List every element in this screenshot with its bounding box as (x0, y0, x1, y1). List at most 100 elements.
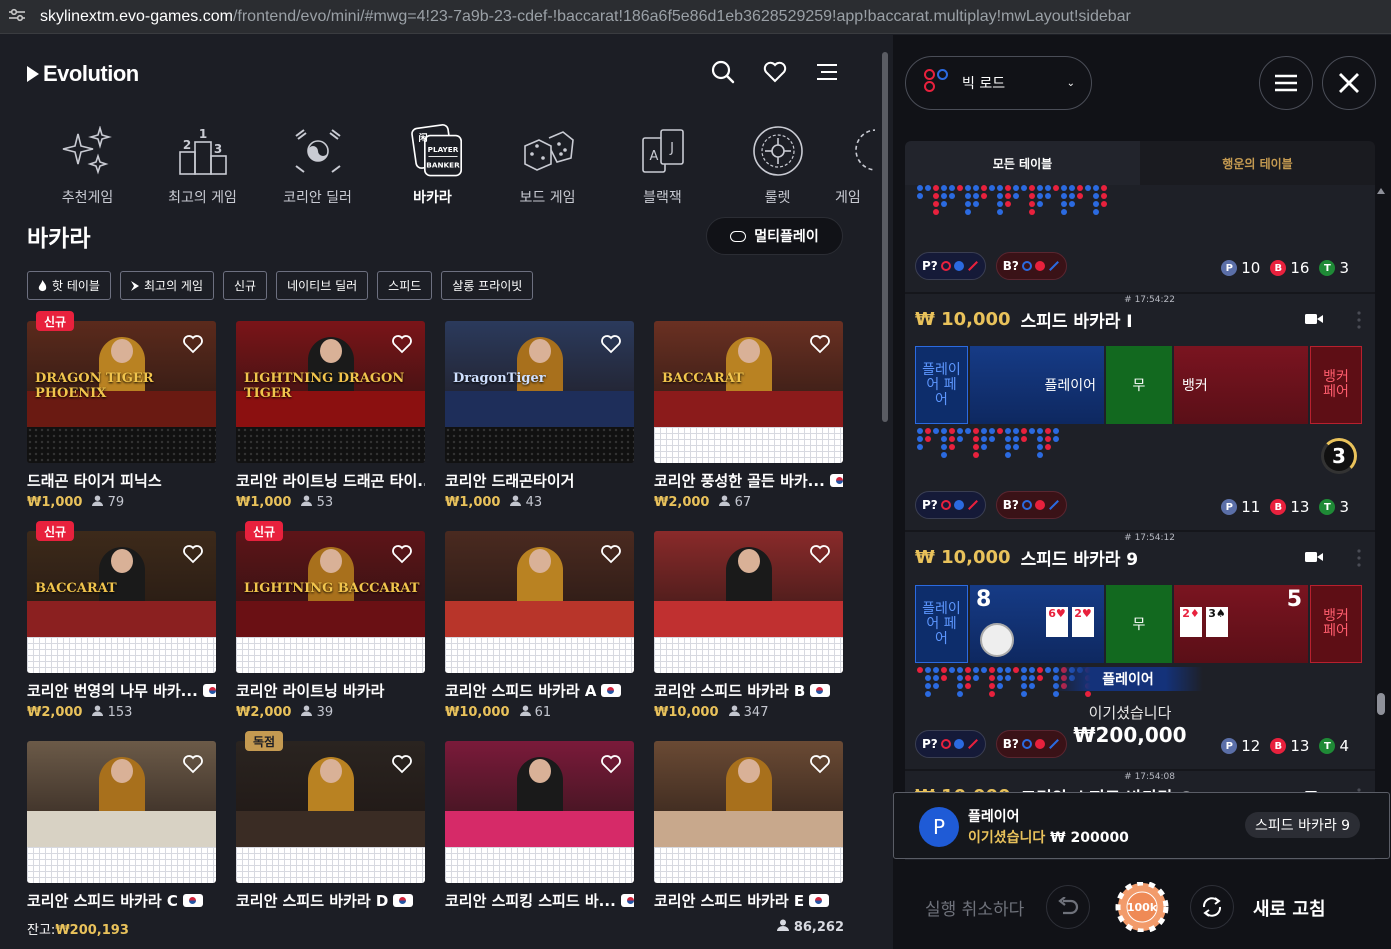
predict-banker-button[interactable]: B? (995, 252, 1067, 280)
refresh-button[interactable] (1190, 885, 1234, 929)
banker-pair-bet[interactable]: 뱅커 페어 (1310, 585, 1362, 663)
tie-bet[interactable]: 무 (1106, 585, 1172, 663)
game-thumbnail[interactable] (654, 531, 843, 673)
video-camera-icon[interactable] (1305, 551, 1323, 563)
category-dice[interactable]: 보드 게임 (490, 123, 605, 207)
evolution-logo[interactable]: Evolution (27, 61, 139, 87)
heart-icon[interactable] (182, 543, 204, 565)
game-thumbnail[interactable]: DRAGON TIGER PHOENIX (27, 321, 216, 463)
table-surface (445, 391, 634, 431)
more-options-icon[interactable] (1357, 549, 1361, 567)
game-card[interactable]: 코리안 스피드 바카라 C (27, 741, 216, 949)
predict-banker-button[interactable]: B? (995, 730, 1067, 758)
banker-pair-bet[interactable]: 뱅커 페어 (1310, 346, 1362, 424)
search-icon[interactable] (710, 59, 736, 85)
undo-button[interactable] (1046, 885, 1090, 929)
heart-icon[interactable] (809, 543, 831, 565)
game-icon (835, 123, 875, 179)
category-podium[interactable]: 1 2 3 최고의 게임 (145, 123, 260, 207)
game-card[interactable]: LIGHTNING DRAGON TIGER 코리안 라이트닝 드래곤 타이...… (236, 321, 425, 531)
filter-chip[interactable]: 살롱 프라이빗 (441, 271, 534, 300)
game-card[interactable]: DragonTiger 코리안 드래곤타이거 ₩1,000 43 (445, 321, 634, 531)
svg-text:BANKER: BANKER (426, 160, 460, 169)
heart-icon[interactable] (391, 543, 413, 565)
banker-bet[interactable]: 2♦ 3♠ 5 (1174, 585, 1308, 663)
player-pair-bet[interactable]: 플레이어 페어 (915, 585, 968, 663)
video-camera-icon[interactable] (1305, 313, 1323, 325)
category-game[interactable]: 게임 (835, 123, 875, 207)
more-options-icon[interactable] (1357, 311, 1361, 329)
predict-banker-button[interactable]: B? (995, 491, 1067, 519)
predict-player-button[interactable]: P? (915, 252, 986, 280)
heart-icon[interactable] (182, 753, 204, 775)
category-roulette[interactable]: 룰렛 (720, 123, 835, 207)
game-thumbnail[interactable] (236, 741, 425, 883)
game-logo: DragonTiger (453, 371, 546, 386)
player-pair-bet[interactable]: 플레이어 페어 (915, 346, 968, 424)
game-card[interactable]: 코리안 스피드 바카라 B ₩10,000 347 (654, 531, 843, 741)
round-time: # 17:54:22 (1124, 295, 1175, 305)
game-thumbnail[interactable] (27, 741, 216, 883)
heart-icon[interactable] (600, 753, 622, 775)
browser-address-bar[interactable]: skylinextm.evo-games.com/frontend/evo/mi… (0, 0, 1391, 34)
predict-player-button[interactable]: P? (915, 491, 986, 519)
filter-chip[interactable]: 스피드 (377, 271, 433, 300)
banker-bet[interactable]: 뱅커 (1174, 346, 1308, 424)
game-card[interactable]: 신규 DRAGON TIGER PHOENIX 드래곤 타이거 피닉스 ₩1,000 … (27, 311, 216, 531)
game-card[interactable]: BACCARAT 코리안 풍성한 골든 바카... ₩2,000 67 (654, 321, 843, 531)
sparkles-icon (58, 123, 118, 179)
tab-lucky-tables[interactable]: 행운의 테이블 (1140, 141, 1375, 185)
tab-all-tables[interactable]: 모든 테이블 (905, 141, 1140, 185)
favorites-heart-icon[interactable] (762, 59, 788, 85)
road-selector[interactable]: 빅 로드 ⌄ (905, 56, 1092, 110)
game-thumbnail[interactable]: DragonTiger (445, 321, 634, 463)
heart-icon[interactable] (182, 333, 204, 355)
heart-icon[interactable] (600, 543, 622, 565)
heart-icon[interactable] (809, 333, 831, 355)
game-card[interactable]: 코리안 스피킹 스피드 바... (445, 741, 634, 949)
close-button[interactable] (1322, 56, 1376, 110)
category-cards[interactable]: A J 블랙잭 (605, 123, 720, 207)
refresh-label[interactable]: 새로 고침 (1253, 895, 1326, 921)
game-thumbnail[interactable]: BACCARAT (27, 531, 216, 673)
category-sparkles[interactable]: 추천게임 (30, 123, 145, 207)
win-notification[interactable]: P 플레이어 이기셨습니다 ₩ 200000 스피드 바카라 9 (893, 792, 1390, 859)
category-player-banker[interactable]: PLAYER BANKER 闲 바카라 (375, 123, 490, 207)
game-thumbnail[interactable] (445, 531, 634, 673)
lobby-scrollbar[interactable] (881, 40, 889, 949)
scoreboard-road (654, 637, 843, 673)
filter-chip[interactable]: 핫 테이블 (27, 271, 111, 300)
game-card[interactable]: 코리안 스피드 바카라 A ₩10,000 61 (445, 531, 634, 741)
filter-chip[interactable]: 최고의 게임 (119, 271, 214, 300)
chip-100k[interactable]: 100k (1106, 880, 1178, 934)
site-settings-icon[interactable] (8, 8, 26, 25)
player-bet[interactable]: 플레이어 (970, 346, 1104, 424)
player-bet[interactable]: 8 6♥ 2♥ (970, 585, 1104, 663)
tie-bet[interactable]: 무 (1106, 346, 1172, 424)
filter-chip[interactable]: 신규 (223, 271, 268, 300)
game-thumbnail[interactable] (445, 741, 634, 883)
table-surface (654, 601, 843, 641)
heart-icon[interactable] (391, 753, 413, 775)
hamburger-menu-button[interactable] (1259, 56, 1313, 110)
game-thumbnail[interactable]: BACCARAT (654, 321, 843, 463)
game-card[interactable]: 신규 BACCARAT 코리안 번영의 나무 바카... ₩2,000 153 (27, 521, 216, 741)
game-thumbnail[interactable]: LIGHTNING DRAGON TIGER (236, 321, 425, 463)
heart-icon[interactable] (600, 333, 622, 355)
toast-table-name[interactable]: 스피드 바카라 9 (1245, 812, 1361, 838)
game-card[interactable]: 독점 코리안 스피드 바카라 D (236, 731, 425, 949)
filter-chip[interactable]: 네이티브 딜러 (276, 271, 369, 300)
menu-icon[interactable] (814, 59, 840, 85)
game-card[interactable]: 신규 LIGHTNING BACCARAT 코리안 라이트닝 바카라 ₩2,000 3… (236, 521, 425, 741)
heart-icon[interactable] (391, 333, 413, 355)
road-label: 빅 로드 (962, 76, 1006, 92)
game-meta: ₩2,000 67 (654, 495, 843, 510)
game-card[interactable]: 코리안 스피드 바카라 E (654, 741, 843, 949)
game-thumbnail[interactable]: LIGHTNING BACCARAT (236, 531, 425, 673)
game-thumbnail[interactable] (654, 741, 843, 883)
multiplay-button[interactable]: 멀티플레이 (706, 217, 843, 255)
heart-icon[interactable] (809, 753, 831, 775)
category-korean-flag[interactable]: 코리안 딜러 (260, 123, 375, 207)
predict-player-button[interactable]: P? (915, 730, 986, 758)
player-count-value: 347 (743, 705, 769, 720)
